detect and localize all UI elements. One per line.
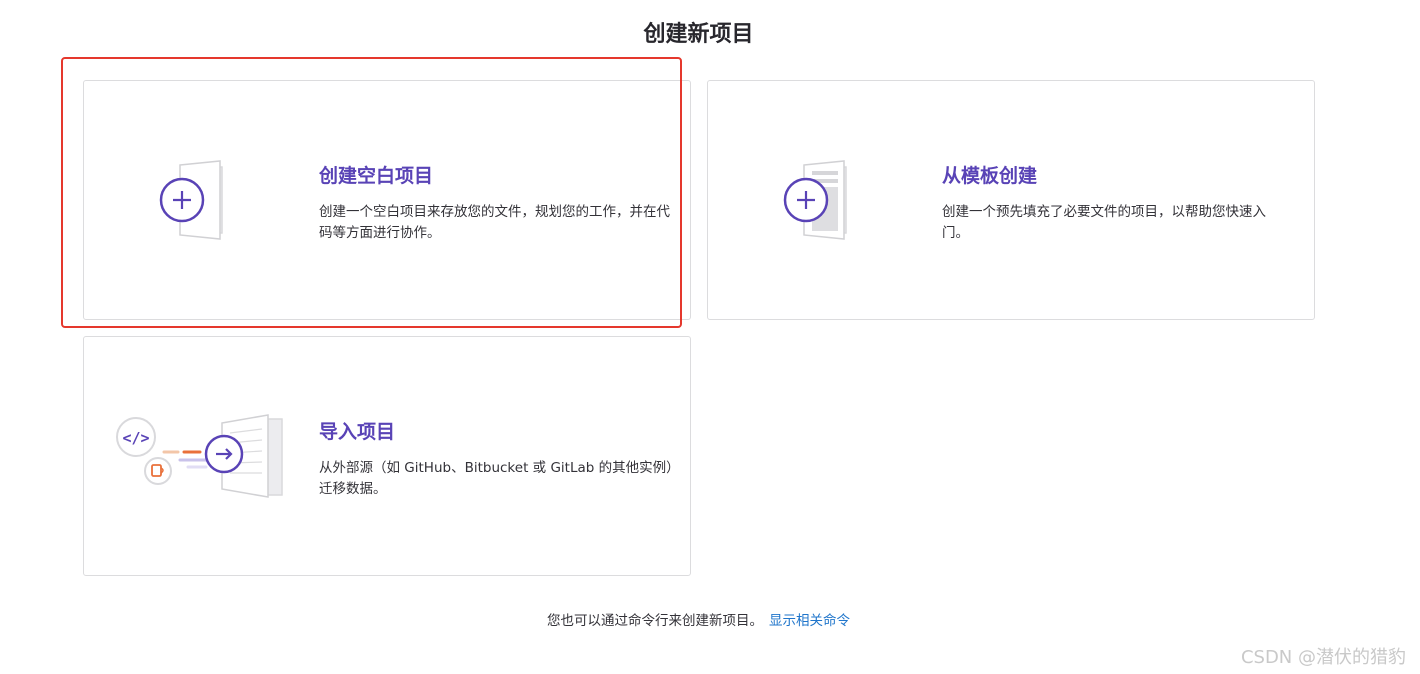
blank-project-icon [159, 160, 223, 240]
svg-text:</>: </> [122, 429, 149, 447]
cli-hint: 您也可以通过命令行来创建新项目。 显示相关命令 [0, 609, 1397, 629]
cli-hint-text: 您也可以通过命令行来创建新项目。 [547, 613, 763, 629]
show-commands-link[interactable]: 显示相关命令 [769, 613, 850, 629]
card-description: 从外部源（如 GitHub、Bitbucket 或 GitLab 的其他实例）迁… [319, 460, 680, 497]
create-blank-project-card[interactable]: 创建空白项目 创建一个空白项目来存放您的文件，规划您的工作，并在代码等方面进行协… [83, 80, 691, 320]
create-from-template-card[interactable]: 从模板创建 创建一个预先填充了必要文件的项目，以帮助您快速入门。 [707, 80, 1315, 320]
card-title: 创建空白项目 [319, 165, 434, 187]
page-title: 创建新项目 [643, 22, 754, 47]
watermark: CSDN @潜伏的猎豹 [1240, 647, 1406, 668]
card-title: 从模板创建 [942, 165, 1038, 187]
card-description: 创建一个预先填充了必要文件的项目，以帮助您快速入门。 [942, 204, 1266, 241]
template-project-icon [783, 160, 847, 240]
import-project-icon: </> [116, 414, 283, 498]
import-project-card[interactable]: </> 导入项目 从外部源（如 GitHub、Bitbucket 或 GitLa… [83, 336, 691, 576]
card-description: 创建一个空白项目来存放您的文件，规划您的工作，并在代码等方面进行协作。 [319, 204, 670, 241]
card-title: 导入项目 [319, 421, 396, 443]
